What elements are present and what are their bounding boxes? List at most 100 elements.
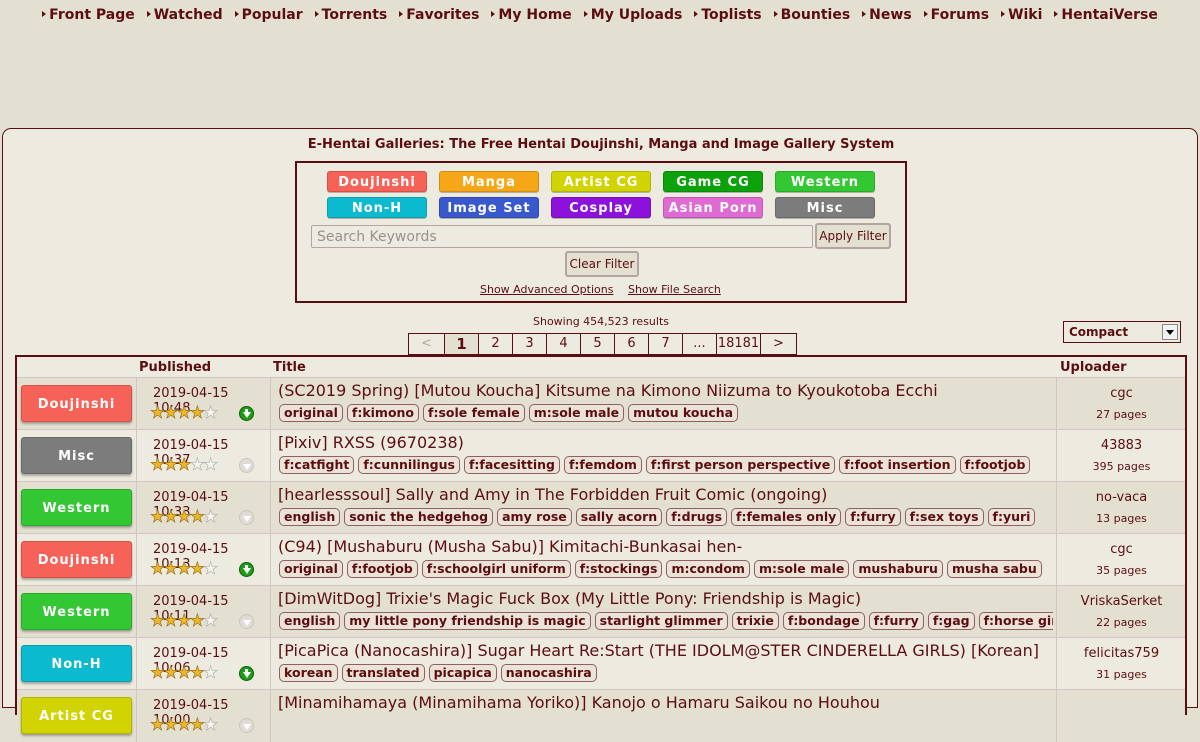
gallery-title-link[interactable]: (SC2019 Spring) [Mutou Koucha] Kitsume n… bbox=[278, 381, 1054, 400]
torrent-download-icon[interactable] bbox=[239, 666, 254, 681]
page-6[interactable]: 6 bbox=[615, 333, 649, 355]
uploader-link[interactable]: VriskaSerket bbox=[1057, 594, 1186, 609]
uploader-link[interactable]: felicitas759 bbox=[1057, 646, 1186, 661]
tag[interactable]: f:sex toys bbox=[904, 508, 984, 526]
tag[interactable]: nanocashira bbox=[500, 664, 597, 682]
tag[interactable]: sonic the hedgehog bbox=[344, 508, 494, 526]
nav-link-hentaiverse[interactable]: HentaiVerse bbox=[1054, 7, 1158, 23]
tag[interactable]: f:gag bbox=[927, 612, 975, 630]
uploader-link[interactable]: cgc bbox=[1057, 386, 1186, 401]
nav-link-front-page[interactable]: Front Page bbox=[42, 7, 135, 23]
tag[interactable]: f:footjob bbox=[959, 456, 1031, 474]
nav-link-popular[interactable]: Popular bbox=[234, 7, 303, 23]
tag[interactable]: f:furry bbox=[845, 508, 901, 526]
nav-link-watched[interactable]: Watched bbox=[146, 7, 223, 23]
nav-link-torrents[interactable]: Torrents bbox=[314, 7, 387, 23]
category-filter-cosplay[interactable]: Cosplay bbox=[551, 197, 651, 218]
gallery-title-link[interactable]: (C94) [Mushaburu (Musha Sabu)] Kimitachi… bbox=[278, 537, 1054, 556]
category-filter-game-cg[interactable]: Game CG bbox=[663, 171, 763, 192]
nav-link-news[interactable]: News bbox=[862, 7, 912, 23]
category-badge[interactable]: Artist CG bbox=[21, 697, 132, 734]
tag[interactable]: original bbox=[279, 560, 343, 578]
tag[interactable]: f:horse girl bbox=[978, 612, 1053, 630]
tag[interactable]: mutou koucha bbox=[628, 404, 739, 422]
page-4[interactable]: 4 bbox=[547, 333, 581, 355]
tag[interactable]: mushaburu bbox=[853, 560, 943, 578]
tag[interactable]: trixie bbox=[731, 612, 779, 630]
tag[interactable]: f:schoolgirl uniform bbox=[421, 560, 571, 578]
tag[interactable]: amy rose bbox=[497, 508, 572, 526]
gallery-title-link[interactable]: [hearlesssoul] Sally and Amy in The Forb… bbox=[278, 485, 1054, 504]
uploader-link[interactable]: 43883 bbox=[1057, 438, 1186, 453]
category-badge[interactable]: Doujinshi bbox=[21, 385, 132, 422]
tag[interactable]: f:footjob bbox=[346, 560, 418, 578]
category-badge[interactable]: Western bbox=[21, 489, 132, 526]
torrent-download-icon[interactable] bbox=[239, 406, 254, 421]
tag[interactable]: f:first person perspective bbox=[645, 456, 836, 474]
tag[interactable]: translated bbox=[341, 664, 425, 682]
category-filter-artist-cg[interactable]: Artist CG bbox=[551, 171, 651, 192]
tag[interactable]: picapica bbox=[428, 664, 497, 682]
tag[interactable]: f:bondage bbox=[782, 612, 865, 630]
tag[interactable]: m:sole male bbox=[528, 404, 625, 422]
tag[interactable]: f:yuri bbox=[987, 508, 1036, 526]
tag[interactable]: f:facesitting bbox=[463, 456, 560, 474]
uploader-link[interactable]: cgc bbox=[1057, 542, 1186, 557]
search-input[interactable] bbox=[311, 225, 813, 248]
category-filter-doujinshi[interactable]: Doujinshi bbox=[327, 171, 427, 192]
category-filter-western[interactable]: Western bbox=[775, 171, 875, 192]
nav-link-my-uploads[interactable]: My Uploads bbox=[583, 7, 682, 23]
tag[interactable]: f:foot insertion bbox=[839, 456, 956, 474]
category-filter-misc[interactable]: Misc bbox=[775, 197, 875, 218]
tag[interactable]: m:condom bbox=[666, 560, 750, 578]
tag[interactable]: f:catfight bbox=[279, 456, 355, 474]
tag[interactable]: m:sole male bbox=[753, 560, 850, 578]
nav-link-my-home[interactable]: My Home bbox=[491, 7, 572, 23]
gallery-title-link[interactable]: [Minamihamaya (Minamihama Yoriko)] Kanoj… bbox=[278, 693, 1054, 712]
tag[interactable]: original bbox=[279, 404, 343, 422]
show-advanced-options-link[interactable]: Show Advanced Options bbox=[480, 283, 613, 296]
show-file-search-link[interactable]: Show File Search bbox=[628, 283, 721, 296]
nav-link-toplists[interactable]: Toplists bbox=[694, 7, 762, 23]
page-7[interactable]: 7 bbox=[649, 333, 683, 355]
apply-filter-button[interactable]: Apply Filter bbox=[815, 223, 891, 249]
tag[interactable]: korean bbox=[279, 664, 338, 682]
gallery-title-link[interactable]: [PicaPica (Nanocashira)] Sugar Heart Re:… bbox=[278, 641, 1054, 660]
next-page-button[interactable]: > bbox=[761, 333, 797, 355]
tag[interactable]: f:femdom bbox=[563, 456, 642, 474]
uploader-link[interactable]: no-vaca bbox=[1057, 490, 1186, 505]
page-2[interactable]: 2 bbox=[479, 333, 513, 355]
category-badge[interactable]: Western bbox=[21, 593, 132, 630]
category-badge[interactable]: Non-H bbox=[21, 645, 132, 682]
tag[interactable]: f:sole female bbox=[423, 404, 525, 422]
nav-link-favorites[interactable]: Favorites bbox=[399, 7, 479, 23]
gallery-title-link[interactable]: [Pixiv] RXSS (9670238) bbox=[278, 433, 1054, 452]
tag[interactable]: f:drugs bbox=[666, 508, 728, 526]
gallery-title-link[interactable]: [DimWitDog] Trixie's Magic Fuck Box (My … bbox=[278, 589, 1054, 608]
category-badge[interactable]: Doujinshi bbox=[21, 541, 132, 578]
category-filter-non-h[interactable]: Non-H bbox=[327, 197, 427, 218]
prev-page-button[interactable]: < bbox=[409, 333, 445, 355]
page-5[interactable]: 5 bbox=[581, 333, 615, 355]
category-filter-asian-porn[interactable]: Asian Porn bbox=[663, 197, 763, 218]
tag[interactable]: f:cunnilingus bbox=[358, 456, 460, 474]
category-filter-image-set[interactable]: Image Set bbox=[439, 197, 539, 218]
category-badge[interactable]: Misc bbox=[21, 437, 132, 474]
page-1[interactable]: 1 bbox=[445, 333, 479, 355]
tag[interactable]: sally acorn bbox=[575, 508, 663, 526]
tag[interactable]: musha sabu bbox=[946, 560, 1042, 578]
category-filter-manga[interactable]: Manga bbox=[439, 171, 539, 192]
page-3[interactable]: 3 bbox=[513, 333, 547, 355]
page-18181[interactable]: 18181 bbox=[717, 333, 761, 355]
tag[interactable]: f:furry bbox=[868, 612, 924, 630]
nav-link-wiki[interactable]: Wiki bbox=[1001, 7, 1042, 23]
torrent-download-icon[interactable] bbox=[239, 562, 254, 577]
tag[interactable]: f:females only bbox=[731, 508, 842, 526]
tag[interactable]: english bbox=[279, 612, 341, 630]
nav-link-forums[interactable]: Forums bbox=[923, 7, 989, 23]
tag[interactable]: my little pony friendship is magic bbox=[344, 612, 591, 630]
tag[interactable]: f:stockings bbox=[574, 560, 663, 578]
nav-link-bounties[interactable]: Bounties bbox=[773, 7, 850, 23]
view-mode-select[interactable]: Compact bbox=[1063, 321, 1181, 343]
clear-filter-button[interactable]: Clear Filter bbox=[565, 251, 639, 277]
